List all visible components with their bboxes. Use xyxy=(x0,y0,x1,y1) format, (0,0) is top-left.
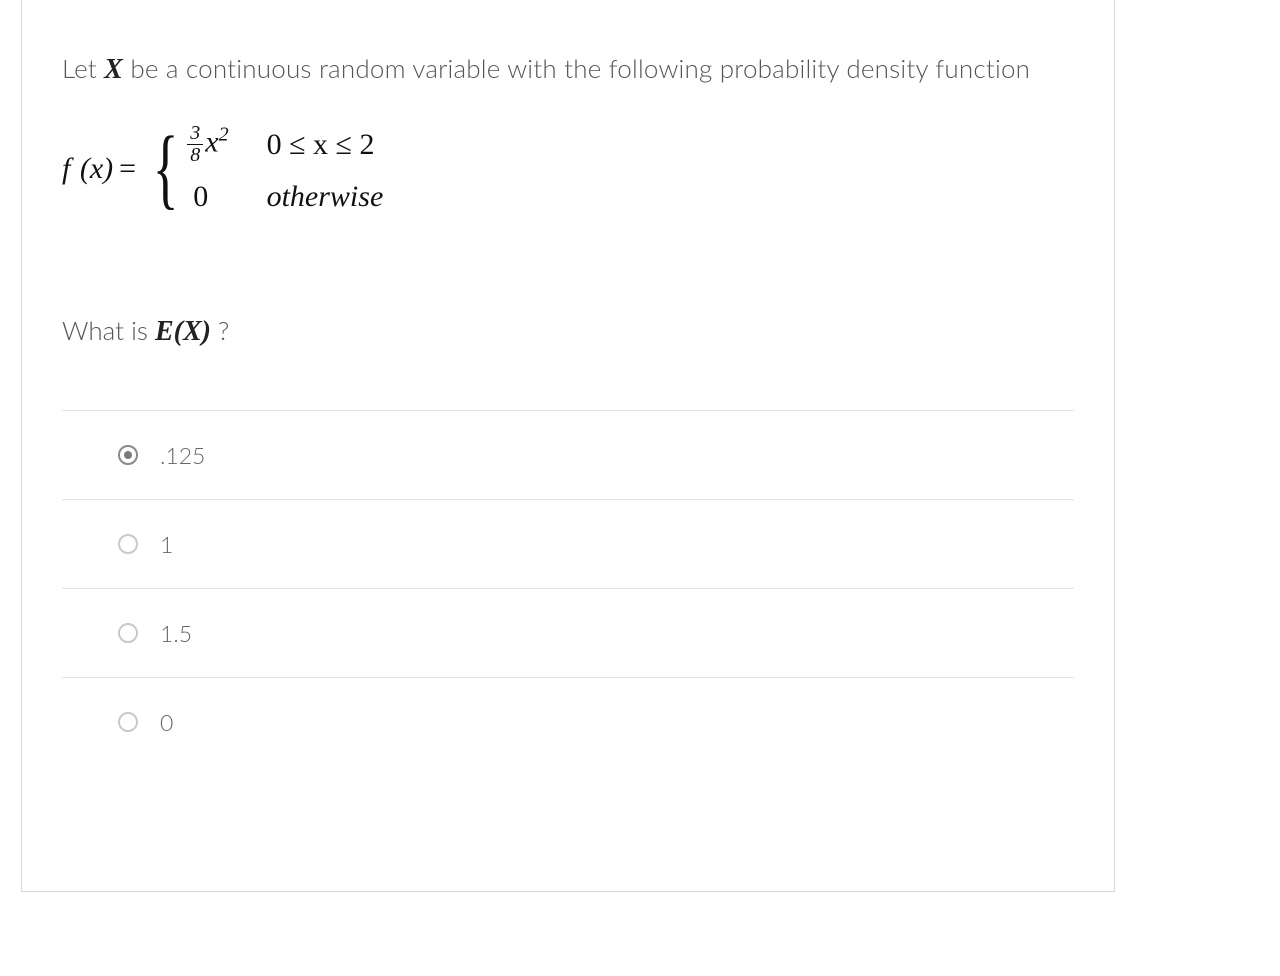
question-text: What is E(X) ? xyxy=(62,314,1074,348)
question-card: Let X be a continuous random variable wi… xyxy=(21,0,1115,892)
radio-button[interactable] xyxy=(118,534,138,554)
answer-option[interactable]: 0 xyxy=(62,678,1074,766)
case2-expression: 0 xyxy=(187,180,228,214)
frac-denominator: 8 xyxy=(187,145,203,166)
formula-lhs: f (x) xyxy=(62,152,113,186)
prompt-variable: X xyxy=(104,54,123,85)
option-label: 1.5 xyxy=(160,619,192,647)
lhs-x: (x) xyxy=(80,152,113,185)
answer-option[interactable]: 1.5 xyxy=(62,589,1074,678)
left-brace: { xyxy=(153,128,179,209)
case1-exponent: 2 xyxy=(219,124,229,146)
case2-condition: otherwise xyxy=(267,180,384,214)
answer-option[interactable]: .125 xyxy=(62,411,1074,500)
option-label: 0 xyxy=(160,708,173,736)
radio-button[interactable] xyxy=(118,712,138,732)
prompt-pre: Let xyxy=(62,52,104,84)
option-label: .125 xyxy=(160,441,205,469)
question-expression: E(X) xyxy=(155,316,211,347)
case1-x: x xyxy=(205,126,218,159)
prompt-post: be a continuous random variable with the… xyxy=(123,52,1030,84)
piecewise-cases: 3 8 x2 0 ≤ x ≤ 2 0 otherwise xyxy=(187,123,383,214)
question-pre: What is xyxy=(62,314,155,346)
question-post: ? xyxy=(211,314,229,346)
case1-expression: 3 8 x2 xyxy=(187,123,228,166)
answer-option[interactable]: 1 xyxy=(62,500,1074,589)
frac-numerator: 3 xyxy=(187,123,203,145)
case1-condition: 0 ≤ x ≤ 2 xyxy=(267,128,384,162)
pdf-formula: f (x) = { 3 8 x2 0 ≤ x ≤ 2 0 otherwise xyxy=(62,123,1074,214)
radio-button[interactable] xyxy=(118,445,138,465)
fraction-3-8: 3 8 xyxy=(187,123,203,166)
answer-options: .125 1 1.5 0 xyxy=(62,410,1074,766)
radio-button[interactable] xyxy=(118,623,138,643)
question-prompt: Let X be a continuous random variable wi… xyxy=(62,45,1074,95)
equals-sign: = xyxy=(119,152,136,186)
lhs-f: f xyxy=(62,152,70,185)
option-label: 1 xyxy=(160,530,173,558)
